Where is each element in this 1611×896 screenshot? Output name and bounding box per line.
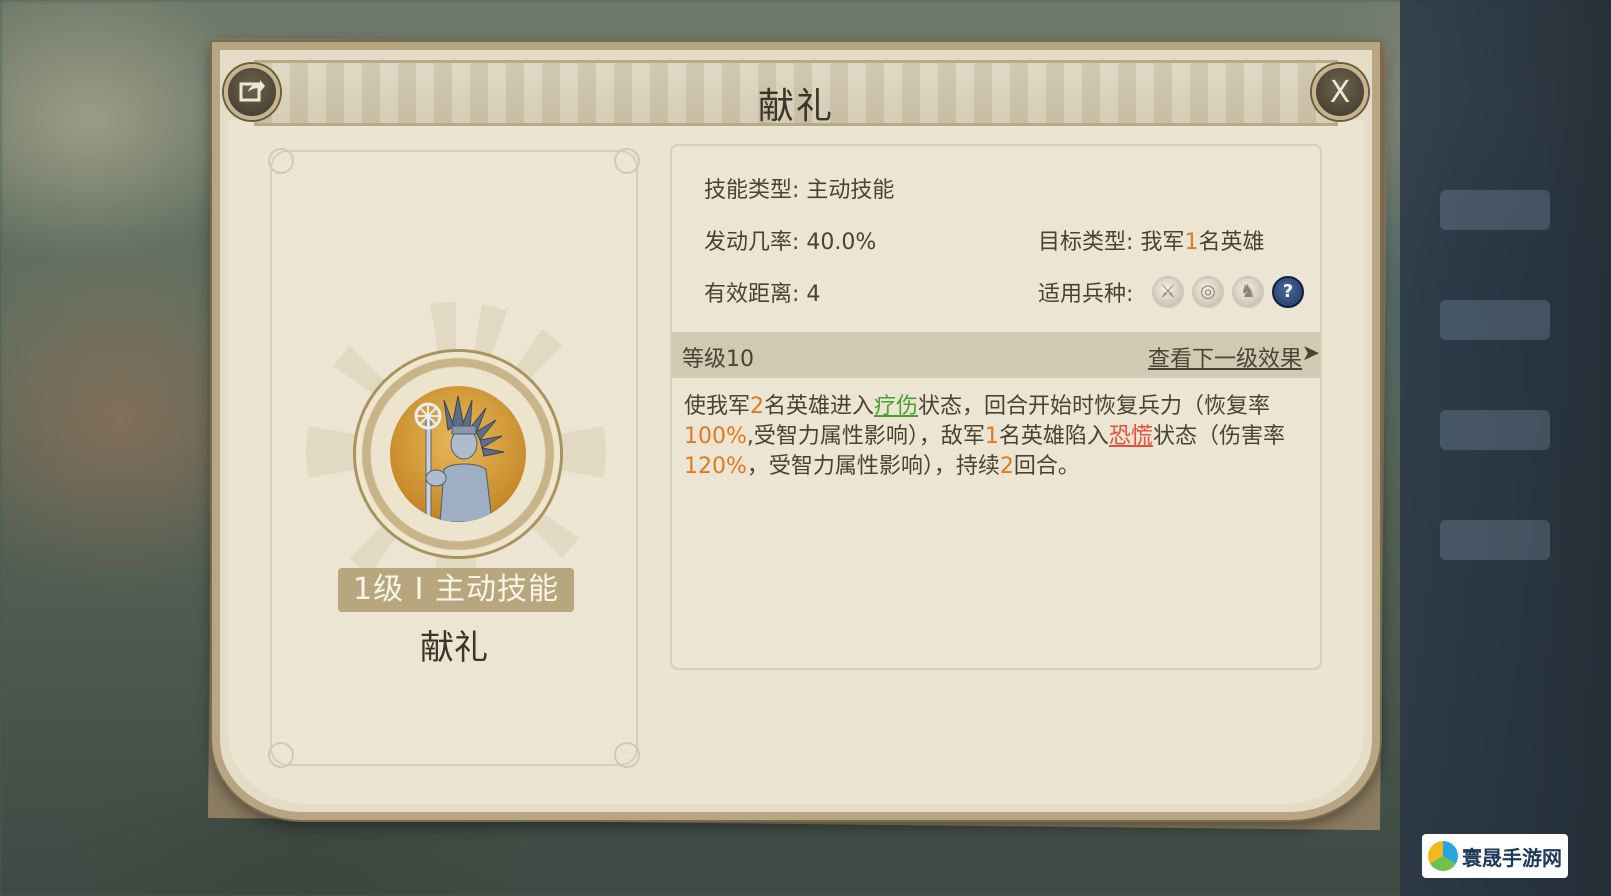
ornament-corner [268, 148, 294, 174]
target-prefix: 我军 [1140, 230, 1185, 255]
question-icon[interactable]: ? [1272, 276, 1304, 308]
trigger-rate-value: 40.0% [806, 230, 877, 255]
skill-name: 献礼 [420, 628, 488, 668]
background-blob [1440, 520, 1550, 560]
desc-text: 状态，回合开始时恢复兵力（恢复率 [918, 394, 1271, 419]
site-watermark: 寰晟手游网 [1422, 834, 1568, 878]
close-icon: X [1329, 74, 1351, 110]
close-button[interactable]: X [1312, 64, 1368, 120]
target-count: 1 [1184, 230, 1199, 255]
ornament-corner [268, 742, 294, 768]
share-icon [238, 77, 266, 107]
dialog-title: 献礼 [757, 86, 834, 127]
site-logo-icon [1428, 841, 1458, 871]
effective-range-value: 4 [806, 282, 821, 307]
skill-type-label: 技能类型: [704, 178, 800, 203]
share-button[interactable] [224, 64, 280, 120]
status-heal-link[interactable]: 疗伤 [874, 394, 918, 419]
status-panic-link[interactable]: 恐慌 [1109, 424, 1153, 449]
level-bar: 等级10 查看下一级效果 ➤ [672, 332, 1320, 378]
trigger-rate-label: 发动几率: [704, 230, 800, 255]
skill-description: 使我军2名英雄进入疗伤状态，回合开始时恢复兵力（恢复率100%,受智力属性影响）… [684, 392, 1294, 482]
sword-icon[interactable]: ⚔ [1152, 276, 1184, 308]
desc-text: ，受智力属性影响），持续 [746, 454, 1000, 479]
title-band: 献礼 [254, 60, 1338, 127]
troop-types-label: 适用兵种: [1038, 282, 1134, 307]
desc-number: 100% [684, 424, 747, 449]
statue-figure-icon [390, 386, 526, 522]
background-blob [1440, 410, 1550, 450]
watermark-text: 寰晟手游网 [1462, 845, 1562, 870]
effective-range-label: 有效距离: [704, 282, 800, 307]
skill-info-panel: 技能类型: 主动技能 发动几率: 40.0% 目标类型: 我军1名英雄 有效距离… [670, 144, 1322, 670]
ornament-corner [614, 148, 640, 174]
background-blob [1440, 300, 1550, 340]
desc-number: 120% [684, 454, 747, 479]
desc-text: 回合。 [1013, 454, 1080, 479]
skill-dialog: 献礼 X 1级 I 主动技能 献礼 技能类型: 主动技能 发动几率: 40.0%… [212, 42, 1380, 820]
desc-text: 名英雄陷入 [998, 424, 1109, 449]
target-suffix: 名英雄 [1198, 230, 1265, 255]
horse-icon[interactable]: ♞ [1232, 276, 1264, 308]
skill-preview-panel: 1级 I 主动技能 献礼 [268, 148, 640, 768]
target-icon[interactable]: ◎ [1192, 276, 1224, 308]
desc-number: 2 [999, 454, 1014, 479]
ornament-corner [614, 742, 640, 768]
desc-text: 状态（伤害率 [1152, 424, 1285, 449]
effective-range-row: 有效距离: 4 [704, 276, 820, 308]
skill-icon-frame [356, 352, 560, 556]
target-type-label: 目标类型: [1038, 230, 1134, 255]
troop-type-icons: ⚔ ◎ ♞ ? [1152, 276, 1304, 308]
troop-types-row: 适用兵种: [1038, 276, 1133, 308]
chevron-right-icon[interactable]: ➤ [1302, 341, 1320, 366]
skill-level-label: 等级10 [682, 347, 754, 372]
skill-level-badge: 1级 I 主动技能 [338, 568, 574, 612]
skill-type-row: 技能类型: 主动技能 [704, 172, 894, 204]
next-level-effect-link[interactable]: 查看下一级效果 [1148, 341, 1302, 373]
desc-number: 2 [750, 394, 765, 419]
desc-number: 1 [984, 424, 999, 449]
skill-type-value: 主动技能 [806, 178, 895, 203]
target-type-row: 目标类型: 我军1名英雄 [1038, 224, 1264, 256]
background-side-panel [1400, 0, 1611, 896]
trigger-rate-row: 发动几率: 40.0% [704, 224, 876, 256]
background-blob [1440, 190, 1550, 230]
desc-text: ,受智力属性影响），敌军 [746, 424, 985, 449]
desc-text: 使我军 [684, 394, 751, 419]
desc-text: 名英雄进入 [764, 394, 875, 419]
